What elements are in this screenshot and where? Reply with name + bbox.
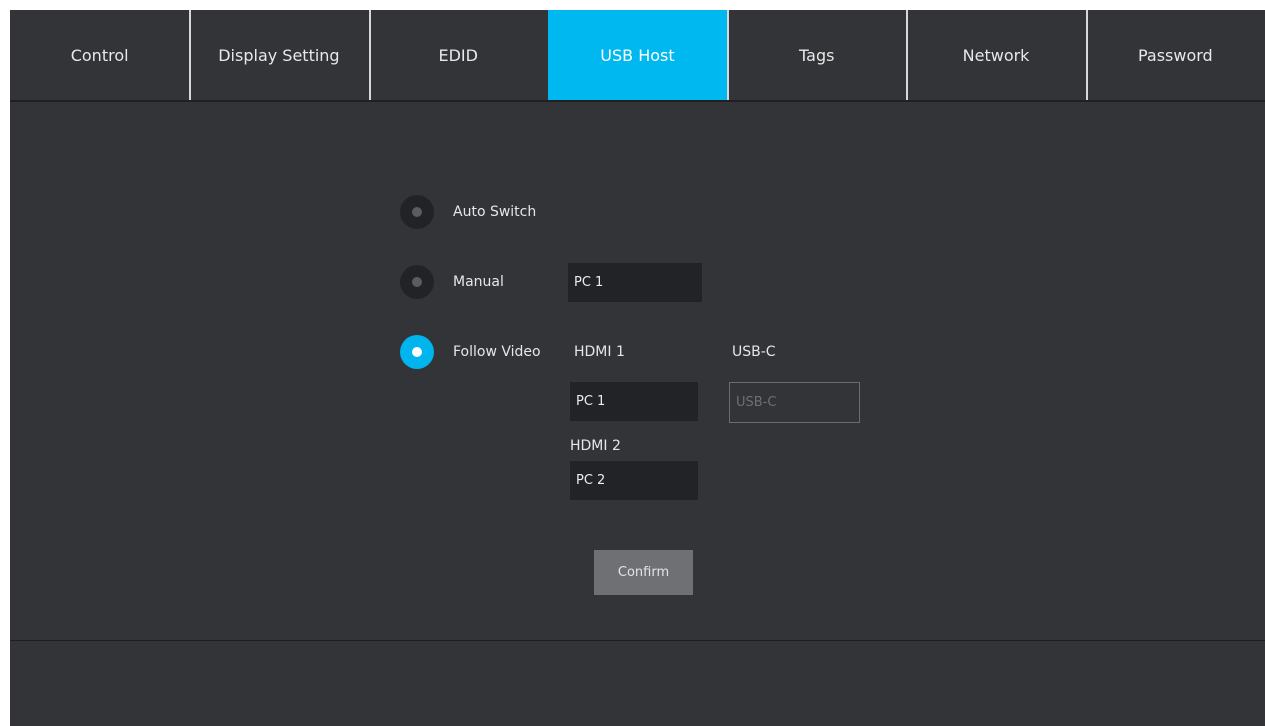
- hdmi2-label: HDMI 2: [570, 438, 621, 454]
- hdmi1-label: HDMI 1: [574, 344, 625, 360]
- hdmi2-source-select[interactable]: PC 2: [570, 461, 698, 500]
- hdmi1-source-select[interactable]: PC 1: [570, 382, 698, 421]
- tab-tags[interactable]: Tags: [727, 10, 906, 100]
- tab-password[interactable]: Password: [1085, 10, 1265, 100]
- usb-host-settings-panel: Control Display Setting EDID USB Host Ta…: [10, 10, 1265, 726]
- footer-divider: [10, 640, 1265, 641]
- tab-label: Control: [70, 45, 129, 65]
- tab-network[interactable]: Network: [906, 10, 1085, 100]
- tab-bar: Control Display Setting EDID USB Host Ta…: [10, 10, 1265, 102]
- tab-label: EDID: [438, 45, 478, 65]
- tab-control[interactable]: Control: [10, 10, 189, 100]
- tab-edid[interactable]: EDID: [368, 10, 548, 100]
- follow-video-label: Follow Video: [453, 344, 541, 360]
- usbc-label: USB-C: [732, 344, 776, 360]
- tab-label: USB Host: [600, 45, 675, 65]
- tab-display-setting[interactable]: Display Setting: [189, 10, 368, 100]
- auto-switch-label: Auto Switch: [453, 204, 537, 220]
- auto-switch-radio[interactable]: [400, 195, 434, 229]
- manual-source-select[interactable]: PC 1: [568, 263, 702, 302]
- tab-usb-host[interactable]: USB Host: [547, 10, 728, 100]
- follow-video-radio[interactable]: [400, 335, 434, 369]
- manual-radio[interactable]: [400, 265, 434, 299]
- usb-host-content: Auto Switch Manual PC 1 Follow Video HDM…: [10, 102, 1265, 640]
- tab-label: Display Setting: [218, 45, 340, 65]
- tab-label: Tags: [799, 45, 835, 65]
- tab-label: Password: [1137, 45, 1213, 65]
- usbc-source-select: USB-C: [729, 382, 860, 423]
- tab-label: Network: [962, 45, 1030, 65]
- manual-label: Manual: [453, 274, 504, 290]
- confirm-button[interactable]: Confirm: [594, 550, 693, 595]
